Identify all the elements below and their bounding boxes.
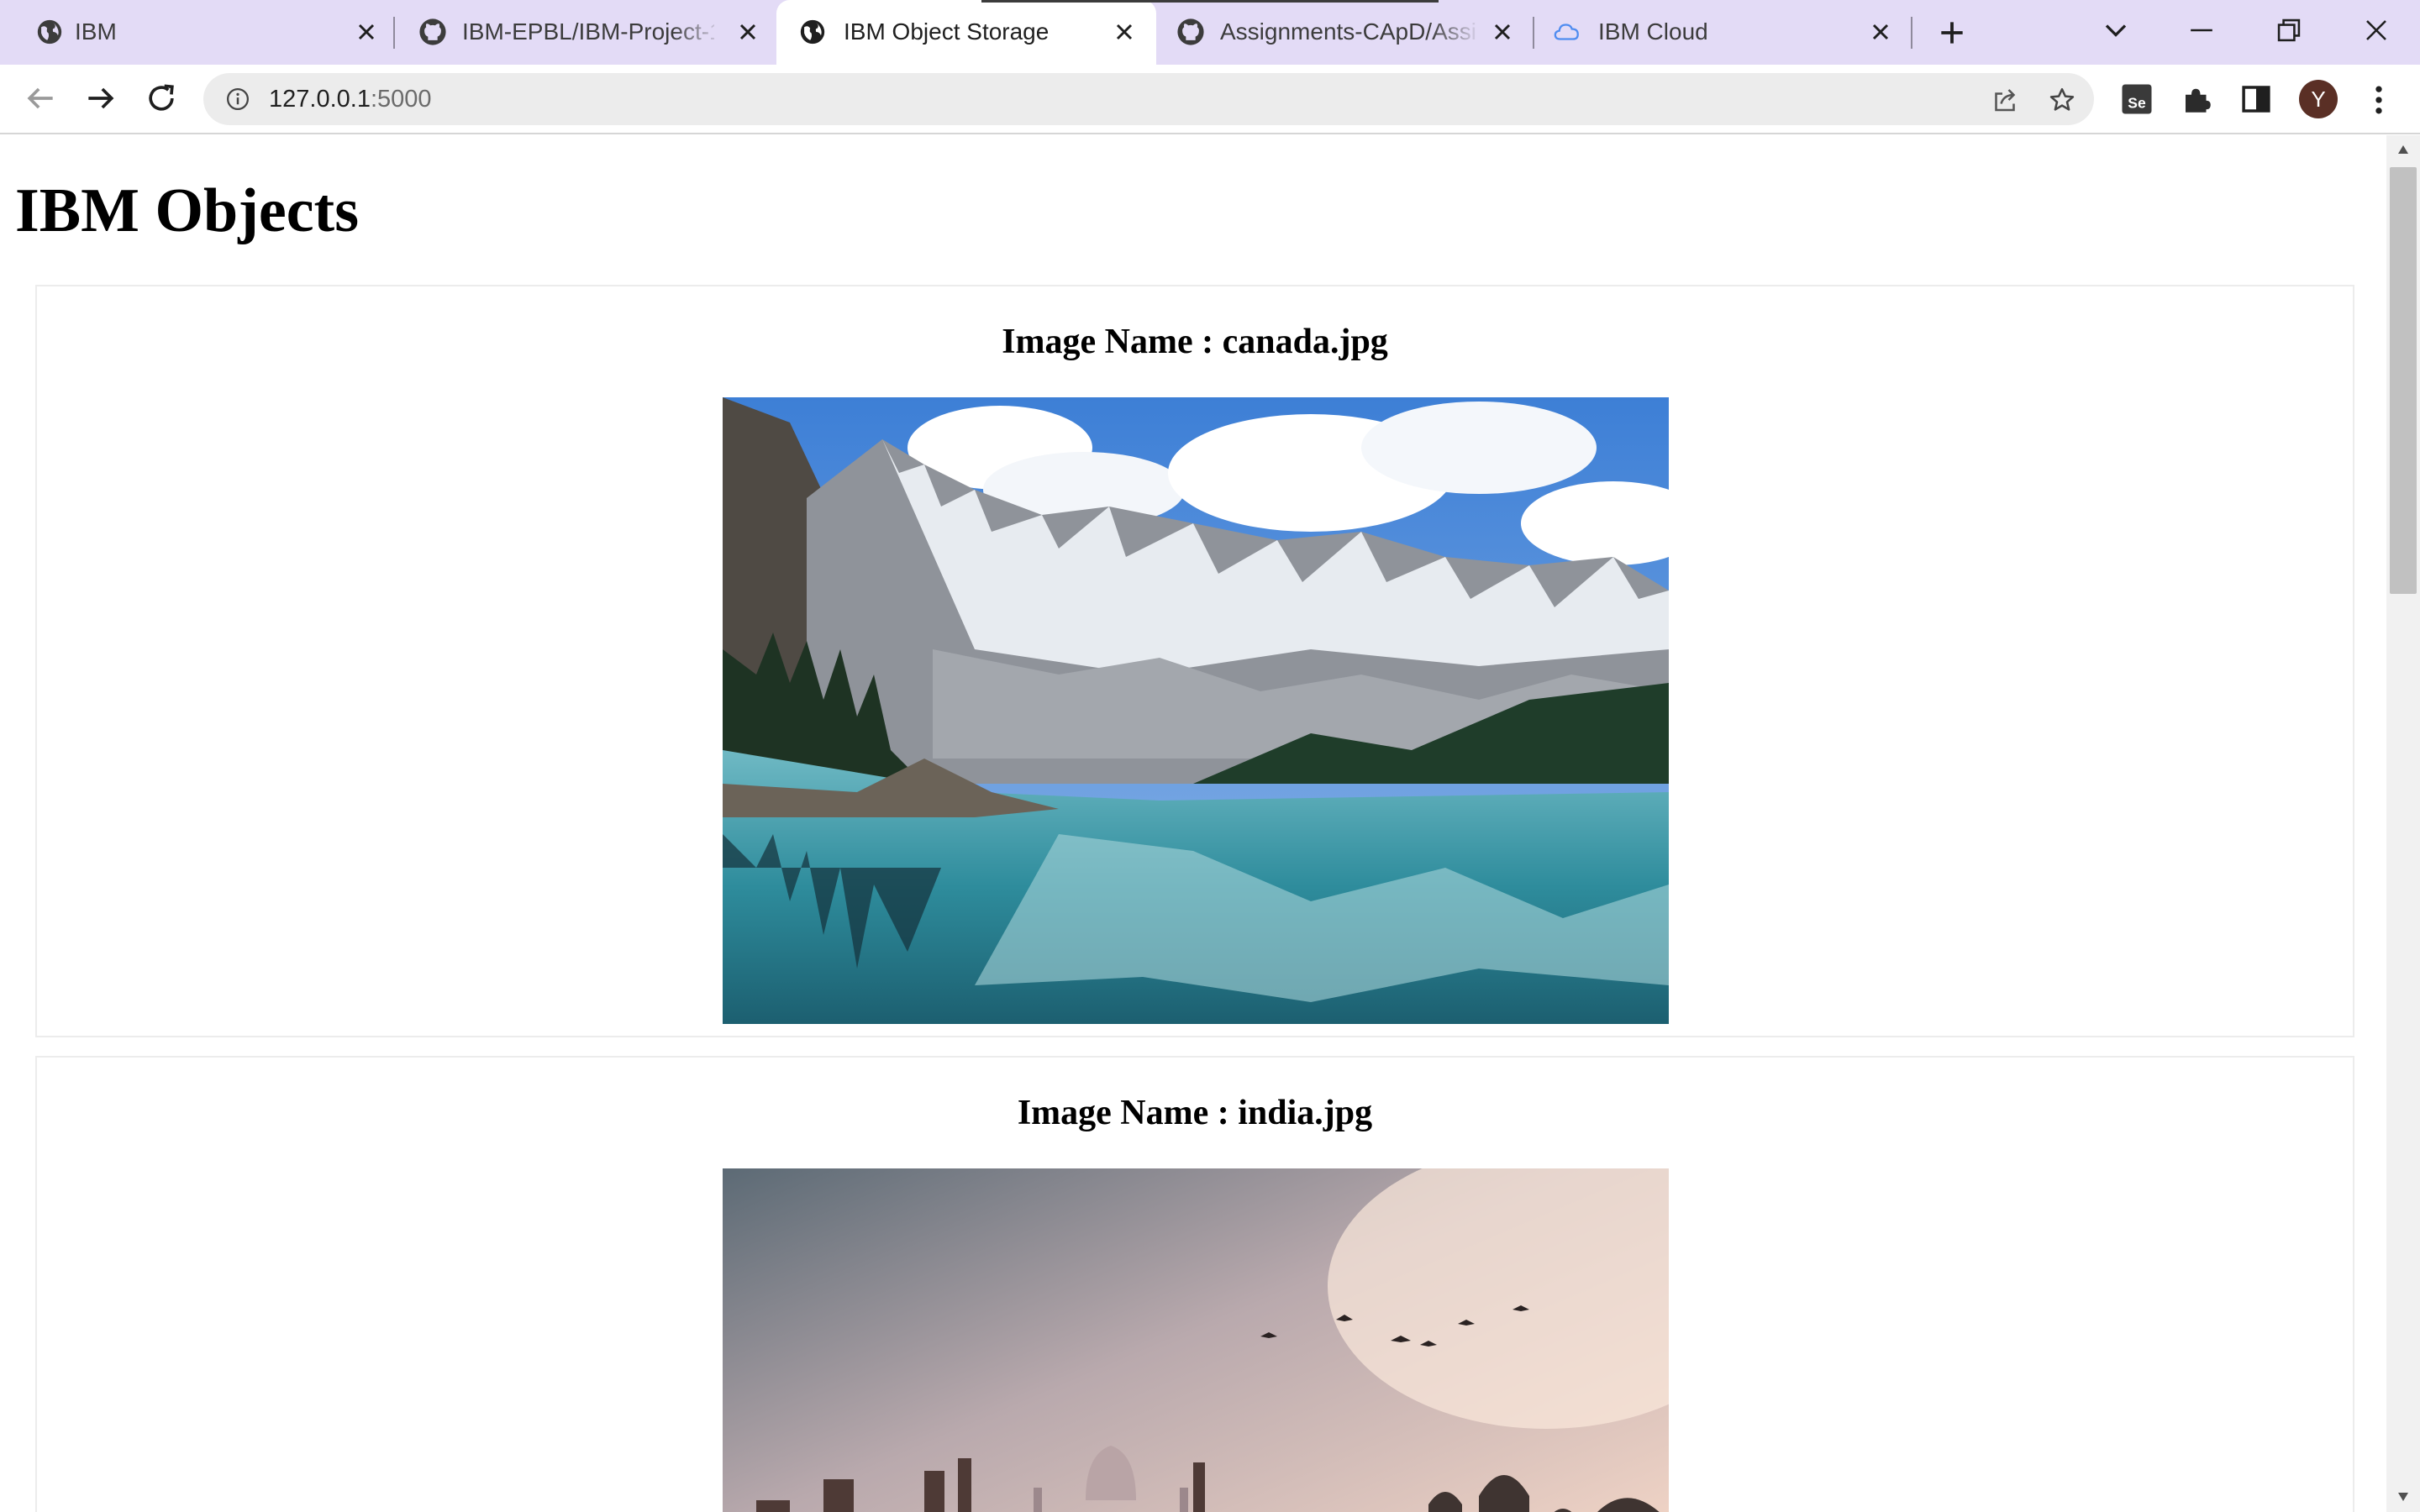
share-icon[interactable] bbox=[1990, 85, 2020, 115]
tab-separator bbox=[1911, 17, 1912, 49]
taj-mahal-image bbox=[723, 1168, 1669, 1512]
tab-strip: IBM IBM-EPBL/IBM-Project-12 IBM Object S… bbox=[0, 0, 2420, 66]
close-icon[interactable] bbox=[1867, 18, 1894, 45]
tab-ibm-epbl-project[interactable]: IBM-EPBL/IBM-Project-12 bbox=[395, 0, 775, 65]
tab-search-chevron-down-icon[interactable] bbox=[2097, 12, 2134, 49]
tab-title-fade bbox=[672, 15, 723, 49]
tab-title-fade bbox=[1430, 15, 1481, 49]
scroll-up-arrow-icon[interactable] bbox=[2396, 144, 2410, 155]
url-port: :5000 bbox=[370, 86, 432, 113]
close-icon[interactable] bbox=[353, 18, 380, 45]
profile-avatar[interactable]: Y bbox=[2299, 80, 2338, 118]
address-bar[interactable]: 127.0.0.1:5000 bbox=[203, 73, 2094, 125]
tab-title: IBM Cloud bbox=[1598, 18, 1708, 45]
github-icon bbox=[419, 18, 446, 45]
tab-loading-indicator bbox=[981, 0, 1439, 3]
back-arrow-icon[interactable] bbox=[22, 80, 59, 117]
tab-assignments[interactable]: Assignments-CApD/Assig bbox=[1158, 0, 1534, 65]
reload-icon[interactable] bbox=[143, 80, 180, 117]
forward-arrow-icon[interactable] bbox=[82, 80, 119, 117]
tab-ibm-object-storage[interactable]: IBM Object Storage bbox=[776, 0, 1156, 66]
url-text[interactable]: 127.0.0.1:5000 bbox=[269, 84, 432, 114]
tab-ibm-cloud[interactable]: IBM Cloud bbox=[1534, 0, 1912, 65]
close-icon[interactable] bbox=[734, 18, 761, 45]
taj-mahal-sunset-photo bbox=[723, 1168, 1669, 1512]
cloud-icon bbox=[1554, 24, 1579, 40]
tab-title: IBM Object Storage bbox=[844, 18, 1050, 45]
github-icon bbox=[1177, 18, 1204, 45]
mountain-lake-photo bbox=[723, 397, 1669, 1024]
close-icon[interactable] bbox=[1111, 18, 1138, 45]
tab-title: IBM bbox=[75, 18, 117, 45]
selenium-extension-icon: Se bbox=[2122, 84, 2152, 114]
side-panel-icon[interactable] bbox=[2238, 81, 2274, 117]
scrollbar-thumb[interactable] bbox=[2390, 167, 2417, 594]
object-card: Image Name : canada.jpg bbox=[35, 285, 2354, 1037]
image-caption: Image Name : canada.jpg bbox=[1002, 323, 1388, 361]
selenium-extension-button[interactable]: Se bbox=[2119, 81, 2154, 117]
globe-icon bbox=[800, 19, 825, 45]
browser-toolbar: 127.0.0.1:5000 Se Y bbox=[0, 65, 2420, 134]
close-icon[interactable] bbox=[1489, 18, 1516, 45]
extension-badge-text: Se bbox=[2128, 95, 2146, 112]
window-close-icon[interactable] bbox=[2358, 12, 2395, 49]
page-title: IBM Objects bbox=[15, 176, 359, 245]
object-card: Image Name : india.jpg bbox=[35, 1056, 2354, 1512]
kebab-menu-icon[interactable] bbox=[2365, 81, 2393, 118]
image-caption: Image Name : india.jpg bbox=[1017, 1094, 1373, 1132]
page-scrollbar[interactable] bbox=[2386, 135, 2420, 1512]
url-host: 127.0.0.1 bbox=[269, 86, 371, 113]
minimize-icon[interactable] bbox=[2183, 12, 2220, 49]
info-icon[interactable] bbox=[225, 87, 250, 112]
globe-icon bbox=[37, 19, 62, 45]
bookmark-star-icon[interactable] bbox=[2047, 85, 2077, 115]
mountain-lake-image bbox=[723, 397, 1669, 1024]
restore-icon[interactable] bbox=[2270, 12, 2307, 49]
page-viewport: IBM Objects Image Name : canada.jpg Imag… bbox=[0, 135, 2386, 1512]
new-tab-icon[interactable] bbox=[1936, 17, 1968, 49]
scroll-down-arrow-icon[interactable] bbox=[2396, 1491, 2410, 1503]
tab-ibm[interactable]: IBM bbox=[0, 0, 392, 65]
extensions-puzzle-icon[interactable] bbox=[2180, 81, 2215, 117]
